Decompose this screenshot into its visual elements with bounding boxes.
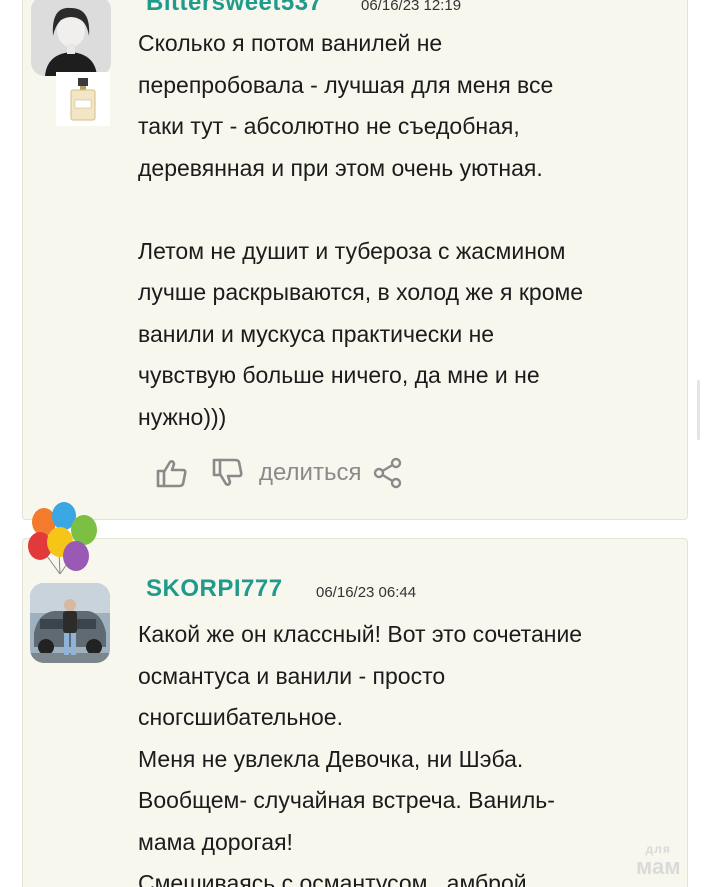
comment-line: таки тут - абсолютно не съедобная,: [138, 113, 520, 139]
comment-username[interactable]: Bittersweet537: [146, 0, 322, 17]
comment-line: [138, 189, 583, 231]
comment-line: Вообщем- случайная встреча. Ваниль-: [138, 787, 555, 813]
comment-username[interactable]: SKORPI777: [146, 575, 283, 603]
comment-line: ванили и мускуса практически не: [138, 320, 495, 347]
thumbs-down-icon[interactable]: [211, 456, 245, 490]
comment-line: нужно))): [138, 403, 227, 430]
comment-actions: делиться: [155, 455, 405, 491]
user-avatar[interactable]: [30, 583, 110, 663]
comment-text: Сколько я потом ванилей не перепробовала…: [138, 23, 583, 438]
comment-line: Какой же он классный! Вот это сочетание: [138, 621, 583, 647]
scrollbar[interactable]: [697, 380, 700, 440]
comment-line: сногсшибательное.: [138, 704, 343, 730]
comment-line: чувствую больше ничего, да мне и не: [138, 362, 540, 388]
user-avatar[interactable]: [31, 0, 111, 76]
site-watermark: для мам: [636, 840, 681, 879]
comment-text: Какой же он классный! Вот это сочетание …: [138, 614, 582, 887]
perfume-bottle-icon: [56, 72, 110, 126]
balloons-icon: [24, 502, 104, 582]
comment-line: перепробовала - лучшая для меня все: [138, 71, 554, 98]
comment-line: мама дорогая!: [138, 828, 293, 855]
comment-line: Сколько я потом ванилей не: [138, 30, 443, 56]
watermark-bottom: мам: [636, 854, 681, 879]
share-label[interactable]: делиться: [259, 459, 361, 487]
comment-line: Летом не душит и тубероза с жасмином: [138, 237, 566, 264]
comment-date: 06/16/23 12:19: [361, 0, 462, 14]
comment-line: Меня не увлекла Девочка, ни Шэба.: [138, 745, 524, 772]
comment-line: Смешиваясь с османтусом , амброй: [138, 870, 527, 887]
share-icon[interactable]: [371, 456, 405, 490]
thumbs-up-icon[interactable]: [155, 456, 189, 490]
comment-date: 06/16/23 06:44: [316, 584, 417, 601]
comment-line: лучше раскрываются, в холод же я кроме: [138, 279, 584, 305]
comment-line: османтуса и ванили - просто: [138, 662, 446, 689]
comment-line: деревянная и при этом очень уютная.: [138, 154, 543, 181]
